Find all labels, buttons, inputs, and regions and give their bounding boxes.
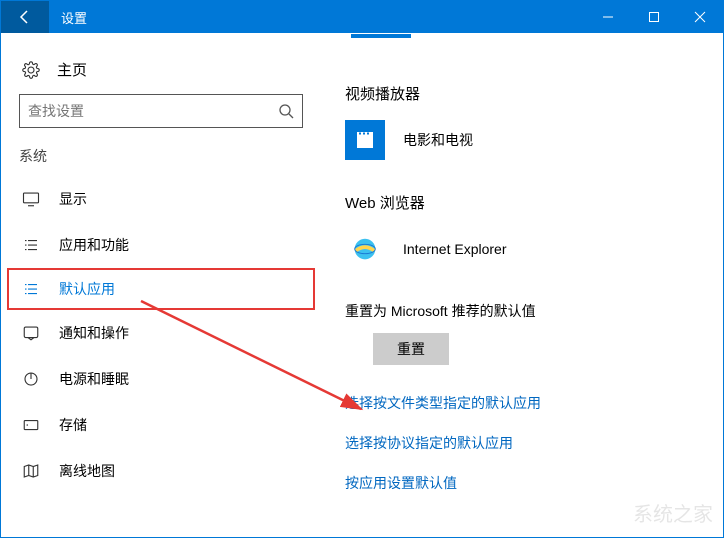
sidebar-item-display[interactable]: 显示 — [1, 176, 321, 222]
gear-icon — [19, 61, 43, 79]
search-icon — [278, 103, 294, 119]
web-app-name: Internet Explorer — [403, 241, 507, 257]
maximize-button[interactable] — [631, 1, 677, 33]
storage-icon — [19, 416, 43, 434]
title-bar: 设置 — [1, 1, 723, 33]
nav-label: 存储 — [59, 415, 87, 435]
nav-label: 显示 — [59, 189, 87, 209]
tab-indicator — [351, 34, 411, 38]
sidebar-item-storage[interactable]: 存储 — [1, 402, 321, 448]
search-input[interactable] — [28, 103, 278, 119]
video-section-title: 视频播放器 — [345, 83, 723, 104]
web-section-title: Web 浏览器 — [345, 192, 723, 213]
maximize-icon — [648, 11, 660, 23]
nav-label: 离线地图 — [59, 461, 115, 481]
sidebar-item-notifications[interactable]: 通知和操作 — [1, 310, 321, 356]
nav-label: 电源和睡眠 — [59, 369, 129, 389]
ie-icon — [350, 234, 380, 264]
sidebar-item-apps[interactable]: 应用和功能 — [1, 222, 321, 268]
video-app-name: 电影和电视 — [403, 130, 473, 150]
sidebar-item-power[interactable]: 电源和睡眠 — [1, 356, 321, 402]
notification-icon — [19, 324, 43, 342]
nav-label: 应用和功能 — [59, 235, 129, 255]
content-pane: 视频播放器 电影和电视 Web 浏览器 Internet Explorer — [321, 33, 723, 537]
minimize-icon — [602, 11, 614, 23]
sidebar-item-maps[interactable]: 离线地图 — [1, 448, 321, 494]
reset-button[interactable]: 重置 — [373, 333, 449, 365]
home-label: 主页 — [57, 59, 87, 80]
link-filetype-defaults[interactable]: 选择按文件类型指定的默认应用 — [345, 393, 723, 413]
default-apps-icon — [19, 280, 43, 298]
sidebar-item-default-apps[interactable]: 默认应用 — [7, 268, 315, 310]
link-byapp-defaults[interactable]: 按应用设置默认值 — [345, 473, 723, 493]
home-row[interactable]: 主页 — [1, 53, 321, 94]
minimize-button[interactable] — [585, 1, 631, 33]
search-box[interactable] — [19, 94, 303, 128]
power-icon — [19, 370, 43, 388]
monitor-icon — [19, 190, 43, 208]
nav-label: 默认应用 — [59, 279, 115, 299]
link-protocol-defaults[interactable]: 选择按协议指定的默认应用 — [345, 433, 723, 453]
sidebar-category: 系统 — [1, 146, 321, 176]
map-icon — [19, 462, 43, 480]
window-body: 主页 系统 显示 应用和功能 默认应用 通知和操作 — [1, 33, 723, 537]
video-app-tile — [345, 120, 385, 160]
nav-label: 通知和操作 — [59, 323, 129, 343]
close-icon — [694, 11, 706, 23]
settings-window: 设置 主页 系统 — [0, 0, 724, 538]
window-title: 设置 — [49, 8, 585, 27]
reset-title: 重置为 Microsoft 推荐的默认值 — [345, 301, 723, 321]
close-button[interactable] — [677, 1, 723, 33]
video-app-row[interactable]: 电影和电视 — [345, 120, 723, 160]
web-app-tile — [345, 229, 385, 269]
sidebar: 主页 系统 显示 应用和功能 默认应用 通知和操作 — [1, 33, 321, 537]
back-button[interactable] — [1, 1, 49, 33]
film-icon — [353, 128, 377, 152]
window-controls — [585, 1, 723, 33]
list-icon — [19, 236, 43, 254]
web-app-row[interactable]: Internet Explorer — [345, 229, 723, 269]
arrow-left-icon — [17, 9, 33, 25]
